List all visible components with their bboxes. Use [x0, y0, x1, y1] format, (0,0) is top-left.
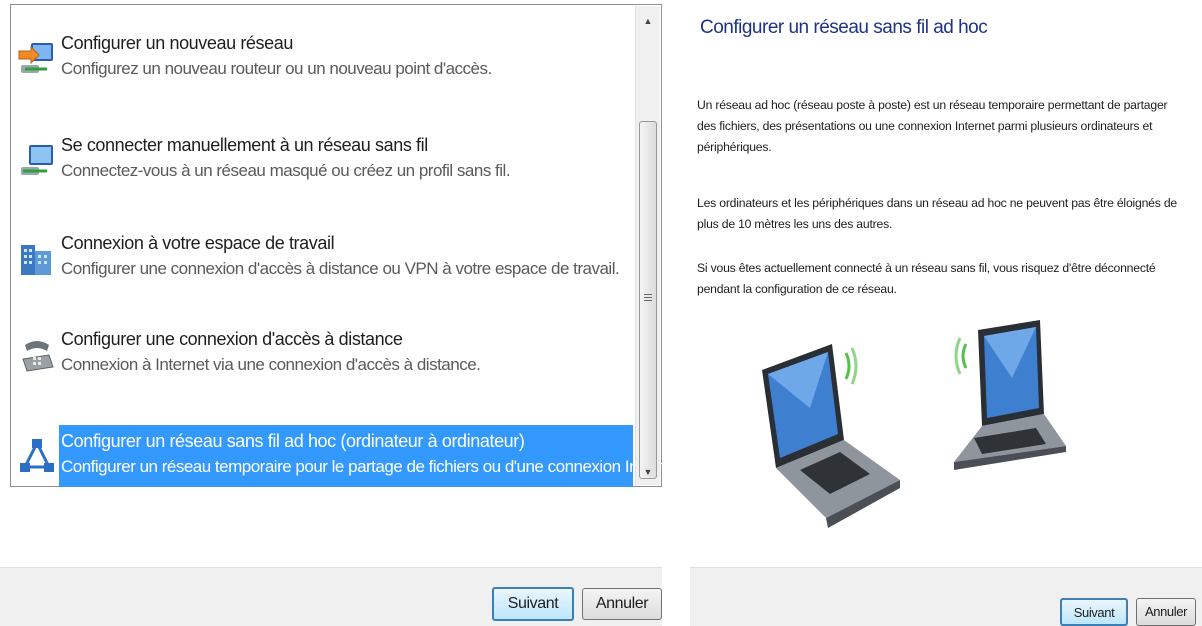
item-title: Configurer un réseau sans fil ad hoc (or… [61, 431, 525, 451]
item-title: Se connecter manuellement à un réseau sa… [61, 135, 428, 155]
scroll-up-arrow-icon[interactable]: ▲ [636, 10, 660, 32]
list-item-new-network[interactable]: Configurer un nouveau réseau Configurez … [13, 27, 631, 95]
dialup-phone-icon [17, 335, 57, 375]
laptop-right-icon [954, 320, 1066, 470]
two-wireless-laptops-illustration [740, 318, 1070, 548]
item-title: Configurer une connexion d'accès à dista… [61, 329, 403, 349]
item-description: Configurer une connexion d'accès à dista… [61, 259, 620, 278]
cancel-button[interactable]: Annuler [1136, 598, 1196, 626]
left-button-bar: Suivant Annuler [0, 567, 662, 626]
list-item-workplace[interactable]: Connexion à votre espace de travail Conf… [13, 227, 631, 295]
next-button[interactable]: Suivant [492, 587, 574, 621]
list-item-adhoc[interactable]: Configurer un réseau sans fil ad hoc (or… [13, 425, 683, 493]
paragraph-intro: Un réseau ad hoc (réseau poste à poste) … [697, 98, 1168, 154]
connection-options-panel: Configurer un nouveau réseau Configurez … [0, 0, 683, 626]
connection-option-list[interactable]: Configurer un nouveau réseau Configurez … [10, 4, 683, 487]
laptop-left-icon [762, 344, 900, 528]
next-button[interactable]: Suivant [1060, 598, 1128, 626]
item-description: Connectez-vous à un réseau masqué ou cré… [61, 161, 511, 180]
paragraph-warning: Si vous êtes actuellement connecté à un … [697, 261, 1156, 296]
scroll-down-arrow-icon[interactable]: ▼ [636, 461, 660, 483]
scroll-thumb[interactable] [639, 121, 657, 479]
item-title: Connexion à votre espace de travail [61, 233, 335, 253]
item-title: Configurer un nouveau réseau [61, 33, 293, 53]
list-item-manual-wireless[interactable]: Se connecter manuellement à un réseau sa… [13, 129, 631, 197]
cancel-button[interactable]: Annuler [582, 588, 662, 620]
network-setup-icon [17, 39, 57, 79]
workplace-building-icon [17, 239, 57, 279]
wireless-connect-icon [17, 141, 57, 181]
paragraph-distance: Les ordinateurs et les périphériques dan… [697, 196, 1177, 231]
list-item-dialup[interactable]: Configurer une connexion d'accès à dista… [13, 323, 631, 391]
item-description: Connexion à Internet via une connexion d… [61, 355, 481, 374]
right-button-bar: Suivant Annuler [690, 567, 1202, 626]
item-description: Configurer un réseau temporaire pour le … [61, 457, 683, 476]
page-title: Configurer un réseau sans fil ad hoc [700, 17, 988, 38]
item-description: Configurez un nouveau routeur ou un nouv… [61, 59, 492, 78]
vertical-scrollbar[interactable]: ▲ ▼ [635, 6, 660, 485]
adhoc-network-icon [17, 437, 57, 477]
